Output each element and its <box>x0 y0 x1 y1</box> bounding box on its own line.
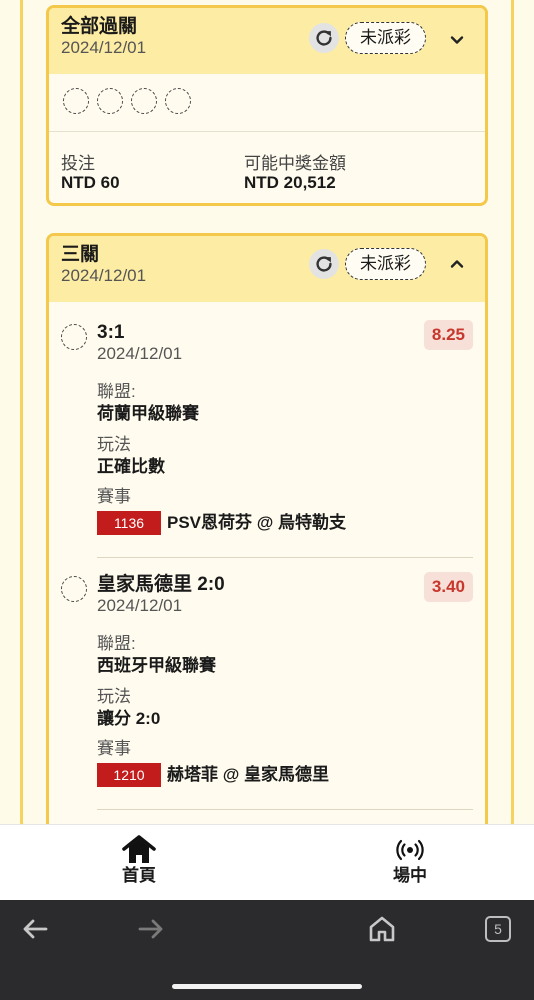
market-value: 讓分 2:0 <box>97 709 161 728</box>
leg-status-row <box>49 74 485 132</box>
nav-home[interactable]: 首頁 <box>89 835 189 887</box>
home-indicator <box>172 984 362 989</box>
bet-date: 2024/12/01 <box>97 596 183 615</box>
nav-live[interactable]: 場中 <box>360 835 460 887</box>
refresh-icon[interactable] <box>309 23 339 53</box>
league-value: 西班牙甲級聯賽 <box>97 656 216 675</box>
pending-leg-icon <box>61 324 87 350</box>
market-label: 玩法 <box>97 687 131 706</box>
stake-block: 投注 NTD 60 <box>61 154 120 192</box>
odds-badge: 8.25 <box>423 320 473 350</box>
forward-arrow-icon[interactable] <box>136 916 166 942</box>
bet-leg: 3:1 2024/12/01 8.25 聯盟: 荷蘭甲級聯賽 玩法 正確比數 賽… <box>49 320 485 572</box>
event-id-badge: 1136 <box>97 511 161 535</box>
event-id-badge: 1210 <box>97 763 161 787</box>
league-label: 聯盟: <box>97 634 136 653</box>
stake-summary: 投注 NTD 60 可能中獎金額 NTD 20,512 <box>49 132 485 203</box>
bet-leg: 皇家馬德里 2:0 2024/12/01 3.40 聯盟: 西班牙甲級聯賽 玩法… <box>49 572 485 824</box>
parlay-card-all: 全部過關 2024/12/01 未派彩 投注 NTD 60 可能中獎金額 NTD <box>46 5 488 206</box>
browser-home-icon[interactable] <box>367 916 397 942</box>
odds-badge: 3.40 <box>423 572 473 602</box>
bet-date: 2024/12/01 <box>97 344 183 363</box>
pending-leg-icon <box>131 88 157 114</box>
live-broadcast-icon <box>360 835 460 865</box>
market-label: 玩法 <box>97 435 131 454</box>
back-arrow-icon[interactable] <box>20 916 50 942</box>
home-icon <box>89 835 189 865</box>
event-name: 赫塔菲 @ 皇家馬德里 <box>167 765 330 784</box>
page: 全部過關 2024/12/01 未派彩 投注 NTD 60 可能中獎金額 NTD <box>0 0 534 1000</box>
league-label: 聯盟: <box>97 382 136 401</box>
bet-selection: 皇家馬德里 2:0 <box>97 574 225 595</box>
parlay-card-three: 三關 2024/12/01 未派彩 3:1 2024/12/01 8.25 聯盟… <box>46 233 488 853</box>
chevron-down-icon[interactable] <box>447 30 467 50</box>
market-value: 正確比數 <box>97 457 165 476</box>
potential-win-block: 可能中獎金額 NTD 20,512 <box>244 154 346 192</box>
divider <box>97 557 473 558</box>
pending-leg-icon <box>63 88 89 114</box>
potential-win-value: NTD 20,512 <box>244 173 336 192</box>
potential-win-label: 可能中獎金額 <box>244 154 346 173</box>
divider <box>97 809 473 810</box>
pending-leg-icon <box>97 88 123 114</box>
event-name: PSV恩荷芬 @ 烏特勒支 <box>167 513 347 532</box>
card-header[interactable]: 三關 2024/12/01 未派彩 <box>49 236 485 302</box>
pending-leg-icon <box>61 576 87 602</box>
nav-home-label: 首頁 <box>122 866 156 885</box>
card-header[interactable]: 全部過關 2024/12/01 未派彩 <box>49 8 485 74</box>
bet-selection: 3:1 <box>97 322 125 343</box>
chevron-up-icon[interactable] <box>447 254 467 274</box>
stake-label: 投注 <box>61 154 95 173</box>
bottom-nav: 首頁 場中 <box>0 824 534 900</box>
event-label: 賽事 <box>97 739 131 758</box>
tab-count-icon: 5 <box>485 916 511 942</box>
event-label: 賽事 <box>97 487 131 506</box>
nav-live-label: 場中 <box>393 866 427 885</box>
stake-value: NTD 60 <box>61 173 120 192</box>
refresh-icon[interactable] <box>309 249 339 279</box>
status-badge: 未派彩 <box>345 22 426 54</box>
league-value: 荷蘭甲級聯賽 <box>97 404 199 423</box>
status-badge: 未派彩 <box>345 248 426 280</box>
pending-leg-icon <box>165 88 191 114</box>
tabs-button[interactable]: 5 <box>483 916 513 942</box>
